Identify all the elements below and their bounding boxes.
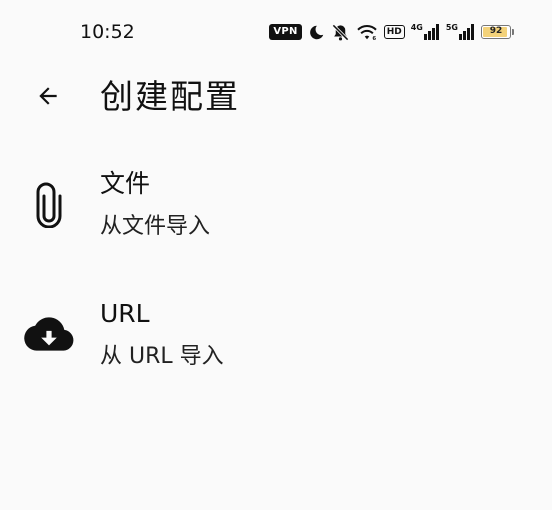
hd-icon: HD (383, 25, 405, 39)
page-title: 创建配置 (100, 77, 240, 116)
battery-tip (512, 29, 514, 35)
app-bar: 创建配置 (0, 64, 552, 128)
signal-4g-icon: 4G (411, 24, 440, 40)
status-icons: VPN 6 HD 4G 5G 92 (269, 21, 514, 43)
wifi-icon: 6 (356, 25, 377, 41)
signal-5g-icon: 5G (446, 24, 475, 40)
import-from-file-option[interactable]: 文件 从文件导入 (0, 150, 552, 268)
screen: 10:52 VPN 6 HD 4G 5G 92 创建配置 文件 从文件导入 UR… (0, 0, 552, 510)
bell-off-icon (331, 23, 349, 41)
option-title: URL (100, 299, 150, 328)
battery-icon: 92 (481, 25, 511, 39)
moon-icon (309, 25, 323, 39)
import-from-url-option[interactable]: URL 从 URL 导入 (0, 280, 552, 398)
cloud-download-icon (20, 306, 78, 364)
option-subtitle: 从 URL 导入 (100, 344, 224, 369)
status-time: 10:52 (80, 21, 135, 43)
option-title: 文件 (100, 169, 151, 198)
vpn-icon: VPN (269, 24, 302, 40)
arrow-left-icon (39, 87, 57, 105)
back-button[interactable] (24, 72, 72, 120)
option-subtitle: 从文件导入 (100, 214, 211, 239)
battery-level: 92 (489, 26, 503, 36)
status-bar: 10:52 VPN 6 HD 4G 5G 92 (0, 0, 552, 64)
paperclip-icon (20, 176, 78, 234)
svg-text:6: 6 (372, 36, 376, 41)
